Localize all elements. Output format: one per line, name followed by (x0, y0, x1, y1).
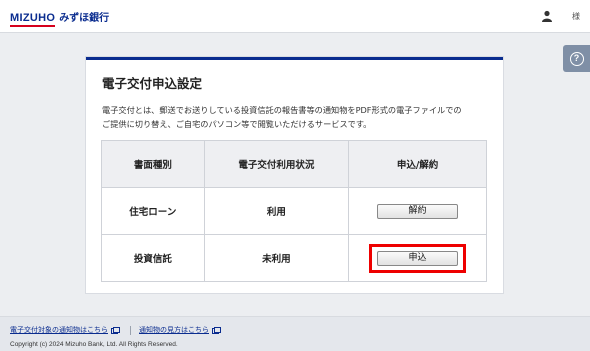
footer: 電子交付対象の通知物はこちら 通知物の見方はこちら Copyright (c) … (0, 316, 590, 351)
table-header-row: 書面種別 電子交付利用状況 申込/解約 (101, 140, 487, 188)
cancel-button[interactable]: 解約 (377, 203, 459, 219)
header-apply-cancel: 申込/解約 (348, 140, 487, 188)
document-type-cell: 投資信託 (101, 234, 205, 282)
action-cell: 解約 (348, 187, 487, 235)
copyright: Copyright (c) 2024 Mizuho Bank, Ltd. All… (10, 341, 178, 348)
top-header: MIZUHO みずほ銀行 様 (0, 0, 590, 33)
user-icon[interactable] (541, 10, 553, 22)
mizuho-logo[interactable]: MIZUHO みずほ銀行 (10, 9, 110, 27)
description: 電子交付とは、郵送でお送りしている投資信託の報告書等の通知物をPDF形式の電子フ… (102, 103, 497, 131)
apply-button[interactable]: 申込 (377, 250, 459, 266)
logo-text-en: MIZUHO (10, 12, 56, 27)
link-e-delivery-targets[interactable]: 電子交付対象の通知物はこちら (10, 325, 108, 335)
description-line-2: ご提供に切り替え、ご自宅のパソコン等で閲覧いただけるサービスです。 (102, 119, 372, 129)
document-type-cell: 住宅ローン (101, 187, 205, 235)
page-title: 電子交付申込設定 (102, 76, 203, 91)
user-name-suffix: 様 (572, 12, 580, 21)
external-link-icon (111, 327, 120, 334)
e-delivery-table: 書面種別 電子交付利用状況 申込/解約 住宅ローン 利用 解約 投資信託 未利用… (101, 140, 487, 282)
link-separator (130, 325, 131, 335)
description-line-1: 電子交付とは、郵送でお送りしている投資信託の報告書等の通知物をPDF形式の電子フ… (102, 105, 462, 115)
e-delivery-settings-card: 電子交付申込設定 電子交付とは、郵送でお送りしている投資信託の報告書等の通知物を… (86, 57, 503, 293)
action-cell: 申込 (348, 234, 487, 282)
footer-links: 電子交付対象の通知物はこちら 通知物の見方はこちら (10, 325, 221, 335)
header-document-type: 書面種別 (101, 140, 205, 188)
header-usage-status: 電子交付利用状況 (203, 140, 350, 188)
highlight-box: 申込 (369, 243, 467, 273)
logo-text-jp: みずほ銀行 (59, 13, 110, 24)
usage-status-cell: 未利用 (203, 234, 350, 282)
help-button[interactable]: ? (563, 45, 590, 72)
usage-status-cell: 利用 (203, 187, 350, 235)
external-link-icon (212, 327, 221, 334)
table-row: 住宅ローン 利用 解約 (101, 187, 487, 235)
help-icon: ? (569, 51, 584, 66)
table-row: 投資信託 未利用 申込 (101, 234, 487, 282)
link-how-to-read[interactable]: 通知物の見方はこちら (139, 325, 209, 335)
